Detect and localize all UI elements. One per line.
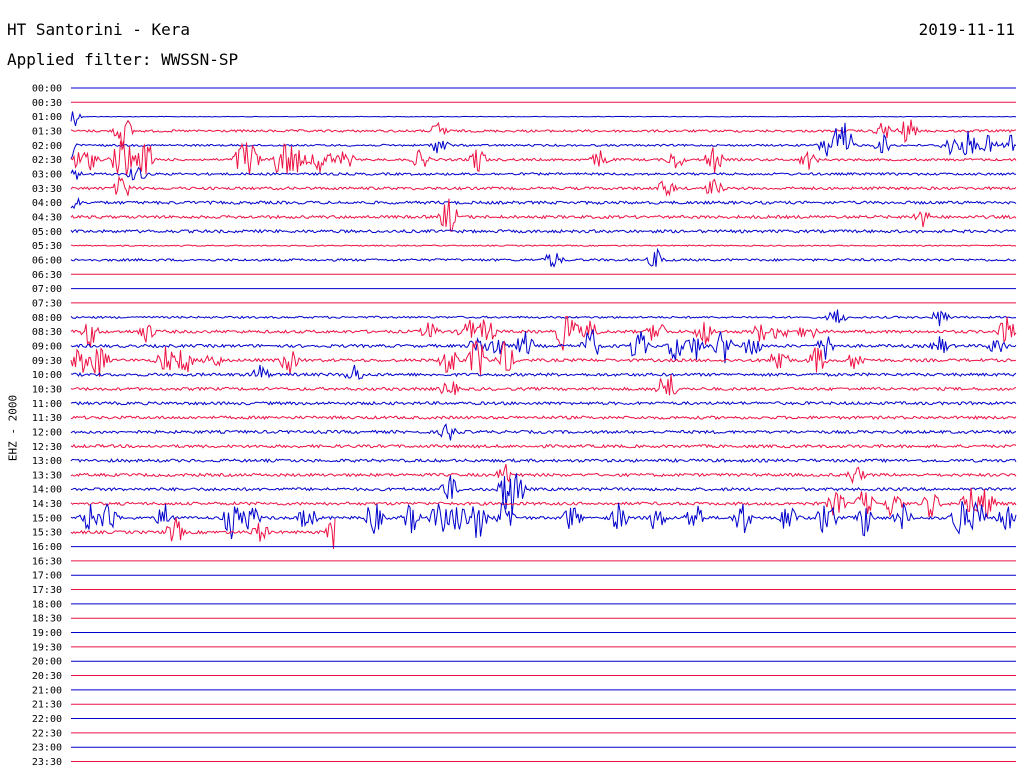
time-label: 14:00 <box>32 485 62 496</box>
trace-line <box>70 122 1017 160</box>
time-label: 09:00 <box>32 341 62 352</box>
trace-line <box>70 309 1017 327</box>
time-label: 00:00 <box>32 84 62 95</box>
trace-line <box>70 400 1017 406</box>
time-label: 11:00 <box>32 399 62 410</box>
time-label: 14:30 <box>32 499 62 510</box>
trace-line <box>70 196 1017 210</box>
time-label: 23:00 <box>32 743 62 754</box>
time-label: 05:00 <box>32 227 62 238</box>
time-label: 18:00 <box>32 599 62 610</box>
time-label: 17:00 <box>32 571 62 582</box>
trace-line <box>70 111 1016 127</box>
time-label: 16:30 <box>32 556 62 567</box>
time-label: 02:00 <box>32 141 62 152</box>
trace-line <box>70 315 1017 351</box>
seismic-traces <box>70 87 1017 762</box>
time-label: 16:00 <box>32 542 62 553</box>
time-label: 05:30 <box>32 241 62 252</box>
time-label: 22:00 <box>32 714 62 725</box>
trace-line <box>70 464 1017 485</box>
time-label: 19:30 <box>32 642 62 653</box>
time-label: 06:00 <box>32 255 62 266</box>
time-label: 01:00 <box>32 112 62 123</box>
trace-line <box>70 244 1017 247</box>
time-label: 20:30 <box>32 671 62 682</box>
trace-line <box>70 175 1017 197</box>
time-label: 13:00 <box>32 456 62 467</box>
trace-line <box>70 228 1017 234</box>
time-label: 23:30 <box>32 757 62 768</box>
trace-line <box>70 423 1017 441</box>
trace-line <box>70 364 1017 380</box>
time-label: 12:30 <box>32 442 62 453</box>
time-label: 13:30 <box>32 470 62 481</box>
trace-line <box>70 517 336 549</box>
time-label: 20:00 <box>32 657 62 668</box>
time-label: 04:00 <box>32 198 62 209</box>
time-label: 08:30 <box>32 327 62 338</box>
trace-line <box>70 415 1017 421</box>
time-label: 15:30 <box>32 528 62 539</box>
time-label: 09:30 <box>32 356 62 367</box>
time-label: 12:00 <box>32 427 62 438</box>
time-labels: 00:00 00:30 01:00 01:30 02:00 02:30 03:00 03:30… <box>32 84 62 769</box>
trace-line <box>70 247 1017 268</box>
time-label: 03:00 <box>32 169 62 180</box>
time-label: 10:30 <box>32 384 62 395</box>
time-label: 06:30 <box>32 270 62 281</box>
time-label: 11:30 <box>32 413 62 424</box>
trace-line <box>70 473 1017 516</box>
trace-line <box>70 374 1017 396</box>
time-label: 02:30 <box>32 155 62 166</box>
trace-line <box>70 458 1017 464</box>
time-label: 19:00 <box>32 628 62 639</box>
trace-line <box>70 500 1017 539</box>
time-label: 03:30 <box>32 184 62 195</box>
time-label: 10:00 <box>32 370 62 381</box>
time-label: 07:30 <box>32 298 62 309</box>
time-label: 22:30 <box>32 728 62 739</box>
time-label: 18:30 <box>32 614 62 625</box>
trace-line <box>70 487 1017 518</box>
time-label: 04:30 <box>32 212 62 223</box>
time-label: 21:30 <box>32 700 62 711</box>
helicorder-plot: 00:00 00:30 01:00 01:30 02:00 02:30 03:00 03:30… <box>32 84 1017 769</box>
time-label: 21:00 <box>32 685 62 696</box>
time-label: 17:30 <box>32 585 62 596</box>
time-label: 01:30 <box>32 126 62 137</box>
time-label: 15:00 <box>32 513 62 524</box>
trace-line <box>70 443 1017 449</box>
time-label: 00:30 <box>32 98 62 109</box>
trace-line <box>70 166 1016 181</box>
time-label: 08:00 <box>32 313 62 324</box>
time-label: 07:00 <box>32 284 62 295</box>
